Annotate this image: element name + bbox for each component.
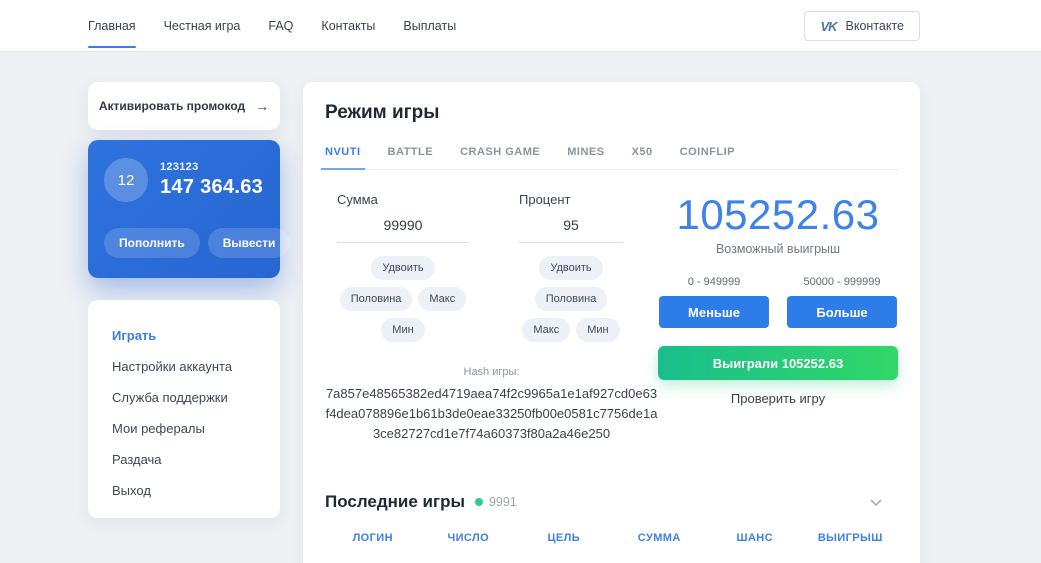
win-result-button[interactable]: Выиграли 105252.63 [658, 346, 898, 381]
last-games-table: ЛОГИН ЧИСЛО ЦЕЛЬ СУММА ШАНС ВЫИГРЫШ 1231… [325, 532, 898, 563]
vk-button-label: Вконтакте [845, 19, 904, 33]
more-column: 50000 - 999999 Больше [787, 276, 897, 329]
nav-item-contacts[interactable]: Контакты [321, 0, 375, 52]
col-chance: ШАНС [736, 532, 773, 545]
table-header-row: ЛОГИН ЧИСЛО ЦЕЛЬ СУММА ШАНС ВЫИГРЫШ [325, 532, 898, 544]
amount-label: Сумма [337, 192, 378, 207]
main-nav: Главная Честная игра FAQ Контакты Выплат… [88, 0, 456, 52]
vk-login-button[interactable]: VK Вконтакте [804, 11, 920, 41]
less-range-label: 0 - 949999 [687, 276, 741, 289]
nav-item-fair-game[interactable]: Честная игра [164, 0, 241, 52]
balance-info: 123123 147 364.63 [160, 161, 263, 199]
deposit-button[interactable]: Пополнить [104, 228, 200, 258]
percent-half-button[interactable]: Половина [534, 287, 608, 311]
amount-field-group: Сумма Удвоить Половина Макс Мин [337, 192, 469, 342]
possible-win-amount: 105252.63 [676, 191, 880, 238]
col-amount: СУММА [637, 532, 681, 545]
amount-half-button[interactable]: Половина [339, 287, 413, 311]
percent-double-button[interactable]: Удвоить [539, 256, 603, 280]
page-title: Режим игры [325, 102, 440, 123]
sidebar-item-logout[interactable]: Выход [88, 475, 280, 506]
hash-label: Hash игры: [463, 366, 520, 378]
less-column: 0 - 949999 Меньше [659, 276, 769, 329]
nav-item-payouts[interactable]: Выплаты [403, 0, 456, 52]
hash-value: 7a857e48565382ed4719aea74f2c9965a1e1af92… [325, 386, 658, 442]
balance-actions: Пополнить Вывести [104, 228, 291, 258]
col-win: ВЫИГРЫШ [817, 532, 883, 545]
col-number: ЧИСЛО [447, 532, 490, 545]
game-hash-block: Hash игры: 7a857e48565382ed4719aea74f2c9… [325, 366, 658, 444]
percent-min-button[interactable]: Мин [576, 318, 620, 342]
sidebar-item-support[interactable]: Служба поддержки [88, 382, 280, 413]
bet-direction-row: 0 - 949999 Меньше 50000 - 999999 Больше [658, 276, 898, 329]
balance-amount: 147 364.63 [160, 176, 264, 198]
withdraw-button[interactable]: Вывести [207, 228, 291, 258]
avatar: 12 [104, 158, 148, 202]
tab-nvuti[interactable]: NVUTI [321, 138, 364, 170]
page: Главная Честная игра FAQ Контакты Выплат… [0, 0, 1041, 563]
possible-win-label: Возможный выигрыш [715, 242, 841, 257]
game-mode-tabs: NVUTI BATTLE CRASH GAME MINES X50 COINFL… [321, 138, 898, 170]
nav-item-home[interactable]: Главная [88, 0, 136, 52]
check-game-link[interactable]: Проверить игру [658, 391, 898, 406]
game-body: Сумма Удвоить Половина Макс Мин Процент [325, 191, 898, 444]
amount-quick-buttons: Удвоить Половина Макс Мин [337, 256, 469, 342]
percent-label: Процент [519, 192, 571, 207]
sidebar-item-giveaway[interactable]: Раздача [88, 444, 280, 475]
percent-max-button[interactable]: Макс [522, 318, 571, 342]
balance-card: 12 123123 147 364.63 Пополнить Вывести [88, 140, 291, 278]
game-panel: Режим игры NVUTI BATTLE CRASH GAME MINES… [303, 82, 920, 563]
tab-coinflip[interactable]: COINFLIP [680, 138, 735, 169]
promo-button-label: Активировать промокод [98, 99, 246, 113]
arrow-right-icon: → [255, 98, 270, 114]
top-nav: Главная Честная игра FAQ Контакты Выплат… [0, 0, 1041, 52]
bet-fields: Сумма Удвоить Половина Макс Мин Процент [325, 192, 658, 342]
online-dot-icon [474, 498, 483, 507]
tab-battle[interactable]: BATTLE [388, 138, 434, 169]
sidebar-item-play[interactable]: Играть [88, 320, 280, 351]
sidebar-item-referrals[interactable]: Мои рефералы [88, 413, 280, 444]
tab-crash-game[interactable]: CRASH GAME [460, 138, 540, 169]
table-row: 123123 762256 0 - 949999 99990 105252.63 [325, 544, 898, 563]
nav-item-faq[interactable]: FAQ [268, 0, 293, 52]
less-button[interactable]: Меньше [659, 296, 769, 329]
balance-card-top: 12 123123 147 364.63 [104, 158, 264, 202]
amount-double-button[interactable]: Удвоить [371, 256, 435, 280]
more-range-label: 50000 - 999999 [803, 276, 881, 289]
col-login: ЛОГИН [352, 532, 393, 545]
tab-x50[interactable]: X50 [632, 138, 653, 169]
last-games-title: Последние игры [325, 492, 465, 512]
col-target: ЦЕЛЬ [547, 532, 581, 545]
vk-icon: VK [820, 18, 837, 34]
amount-min-button[interactable]: Мин [381, 318, 425, 342]
tab-mines[interactable]: MINES [567, 138, 604, 169]
more-button[interactable]: Больше [787, 296, 897, 329]
sidebar-menu: Играть Настройки аккаунта Служба поддерж… [88, 300, 280, 518]
percent-input[interactable] [519, 217, 623, 243]
sidebar-item-account-settings[interactable]: Настройки аккаунта [88, 351, 280, 382]
percent-field-group: Процент Удвоить Половина Макс Мин [519, 192, 623, 342]
chevron-down-icon[interactable] [868, 494, 884, 510]
win-panel: 105252.63 Возможный выигрыш 0 - 949999 М… [658, 191, 898, 444]
bet-form: Сумма Удвоить Половина Макс Мин Процент [325, 192, 658, 444]
percent-quick-buttons: Удвоить Половина Макс Мин [519, 256, 623, 342]
amount-input[interactable] [337, 217, 469, 243]
amount-max-button[interactable]: Макс [418, 287, 467, 311]
username: 123123 [160, 161, 199, 173]
last-games-count: 9991 [488, 495, 517, 510]
last-games-header: Последние игры 9991 [325, 492, 898, 512]
activate-promo-button[interactable]: Активировать промокод → [88, 82, 280, 130]
